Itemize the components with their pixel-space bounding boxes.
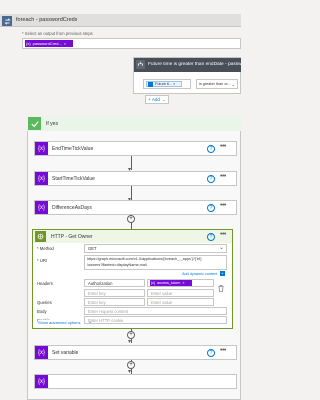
token-remove-icon[interactable]: × xyxy=(173,82,175,86)
chevron-down-icon: ⌄ xyxy=(161,96,166,102)
more-options-icon[interactable]: ••• xyxy=(220,143,226,150)
cookie-placeholder: Enter HTTP cookie xyxy=(88,317,124,323)
body-label: Body xyxy=(37,309,47,314)
help-icon[interactable]: ? xyxy=(207,145,215,153)
help-icon[interactable]: ? xyxy=(207,204,215,212)
if-yes-title: If yes xyxy=(46,121,58,127)
header-key-value: Authorization xyxy=(88,280,113,286)
access-token-token[interactable]: {x} access_token × xyxy=(150,280,192,286)
if-yes-header[interactable] xyxy=(27,116,241,131)
more-options-icon[interactable]: ••• xyxy=(220,202,226,209)
header-key-field[interactable]: Authorization xyxy=(84,279,145,287)
enter-key-placeholder: Enter key xyxy=(88,290,106,296)
token-remove-icon[interactable]: × xyxy=(64,41,66,46)
more-options-icon[interactable]: ••• xyxy=(220,173,226,180)
output-token[interactable]: {x} passwordCred... × xyxy=(25,40,73,47)
help-icon[interactable]: ? xyxy=(207,175,215,183)
body-input[interactable]: Enter request content xyxy=(84,307,227,315)
chevron-down-icon: ⌄ xyxy=(231,82,235,87)
action-title: StartTimeTickValue xyxy=(52,176,95,182)
enter-value-placeholder: Enter value xyxy=(151,290,173,296)
enter-key-placeholder: Enter key xyxy=(88,299,106,305)
token-remove-icon[interactable]: × xyxy=(182,281,184,285)
header-key-input[interactable]: Enter key xyxy=(84,289,145,297)
foreach-title: foreach - passwordCreds xyxy=(16,17,78,23)
variable-icon: {x} xyxy=(35,201,48,214)
header-value-input[interactable]: Enter value xyxy=(147,289,214,297)
method-label: * Method xyxy=(37,246,54,251)
variable-icon: {x} xyxy=(35,142,48,155)
query-key-input[interactable]: Enter key xyxy=(84,298,145,306)
variable-icon: {x} xyxy=(35,346,48,359)
help-icon[interactable]: ? xyxy=(207,233,215,241)
output-token-label: passwordCred... xyxy=(32,41,62,46)
action-title: EndTimeTickValue xyxy=(52,146,94,152)
future-token-label: Future ti... xyxy=(155,82,173,86)
expression-icon xyxy=(148,81,153,87)
add-label: Add xyxy=(151,97,160,102)
operator-value: is greater than or... xyxy=(199,82,231,86)
add-row-button[interactable]: + Add ⌄ xyxy=(145,95,169,104)
chevron-down-icon: ⌄ xyxy=(88,319,93,325)
query-value-input[interactable]: Enter value xyxy=(147,298,214,306)
chevron-down-icon: ⌄ xyxy=(219,245,225,251)
variable-icon: {x} xyxy=(26,41,31,46)
body-placeholder: Enter request content xyxy=(88,308,129,314)
more-options-icon[interactable]: ••• xyxy=(220,347,226,354)
set-variable-title: Set variable xyxy=(52,350,79,356)
variable-icon: {x} xyxy=(35,172,48,185)
operator-select[interactable]: is greater than or... ⌄ xyxy=(196,79,238,89)
add-dynamic-icon: + xyxy=(220,271,225,276)
connector-arrow xyxy=(131,156,132,170)
add-dynamic-content-link[interactable]: Add dynamic content xyxy=(182,272,217,276)
action-title: DifferenceAsDays xyxy=(52,205,92,211)
foreach-loop-icon xyxy=(2,16,12,26)
queries-label: Queries xyxy=(37,300,52,305)
uri-line-1: https://graph.microsoft.com/v1.0/applica… xyxy=(87,257,202,261)
checkmark-icon xyxy=(28,117,41,130)
arrow-down-icon: ▾ xyxy=(128,339,132,345)
uri-line-2: /owners?$select=displayName,mail xyxy=(87,263,147,267)
show-advanced-options-link[interactable]: Show advanced options xyxy=(38,320,83,325)
condition-title: Future time is greater than endDate - pa… xyxy=(148,62,241,67)
cookie-input[interactable]: Enter HTTP cookie xyxy=(84,316,227,324)
condition-icon xyxy=(136,60,145,69)
globe-icon xyxy=(35,231,46,242)
next-action-card[interactable] xyxy=(34,374,237,389)
connector-arrow xyxy=(131,186,132,200)
http-title: HTTP - Get Owner xyxy=(51,234,93,240)
headers-label: Headers xyxy=(37,281,53,286)
variable-icon: {x} xyxy=(151,281,156,285)
enter-value-placeholder: Enter value xyxy=(151,299,173,305)
uri-label: * URI xyxy=(37,258,48,263)
method-select[interactable]: GET xyxy=(84,244,227,253)
method-value: GET xyxy=(88,246,97,251)
future-token[interactable]: Future ti... × xyxy=(146,81,182,87)
variable-icon: {x} xyxy=(35,375,48,388)
select-output-label: * Select an output from previous steps xyxy=(22,31,93,36)
delete-icon[interactable] xyxy=(218,279,224,292)
insert-step-button[interactable]: + xyxy=(127,215,135,223)
access-token-label: access_token xyxy=(157,281,181,285)
more-options-icon[interactable]: ••• xyxy=(220,231,226,238)
help-icon[interactable]: ? xyxy=(207,349,215,357)
